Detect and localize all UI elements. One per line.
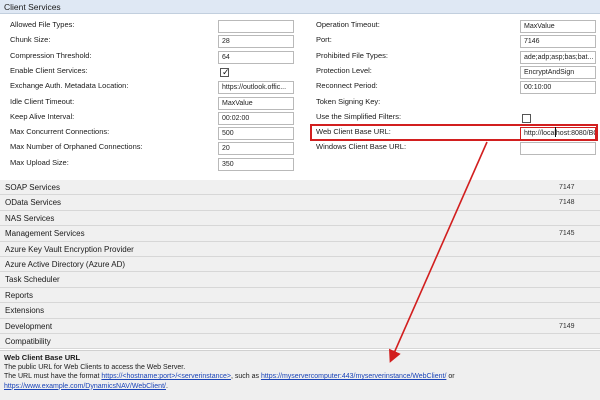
field-max-number-of-orphaned-connections[interactable]: 20 (218, 142, 294, 156)
category-label: Reports (5, 290, 34, 300)
category-azure-key-vault-encryption-provider[interactable]: Azure Key Vault Encryption Provider (0, 241, 600, 257)
field-max-concurrent-connections[interactable]: 500 (218, 127, 294, 141)
field-compression-threshold[interactable]: 64 (218, 50, 294, 64)
description-panel: Web Client Base URL The public URL for W… (0, 350, 600, 400)
label-chunk-size: Chunk Size: (10, 35, 51, 45)
label-max-number-of-orphaned-connections: Max Number of Orphaned Connections: (10, 142, 143, 152)
category-value: 7148 (559, 199, 575, 207)
label-windows-client-base-url: Windows Client Base URL: (316, 142, 407, 152)
label-allowed-file-types: Allowed File Types: (10, 20, 75, 29)
field-port[interactable]: 7146 (520, 35, 596, 49)
example-link-2[interactable]: https://www.example.com/DynamicsNAV/WebC… (4, 383, 166, 390)
category-label: Task Scheduler (5, 275, 60, 285)
description-line-2-suffix: or (446, 373, 455, 380)
field-protection-level[interactable]: EncryptAndSign (520, 65, 596, 79)
description-line-3: https://www.example.com/DynamicsNAV/WebC… (4, 382, 596, 392)
checkbox-enable-client-services[interactable]: ✓ (220, 66, 230, 77)
label-port: Port: (316, 35, 332, 45)
category-compatibility[interactable]: Compatibility (0, 333, 600, 350)
category-task-scheduler[interactable]: Task Scheduler (0, 272, 600, 288)
category-value: 7145 (559, 230, 575, 238)
check-icon: ✓ (222, 66, 230, 77)
label-protection-level: Protection Level: (316, 65, 372, 75)
label-use-the-simplified-filters: Use the Simplified Filters: (316, 111, 402, 121)
category-value: 7147 (559, 184, 575, 191)
description-title: Web Client Base URL (4, 353, 81, 362)
label-token-signing-key: Token Signing Key: (316, 96, 381, 106)
category-development[interactable]: Development 7149 (0, 318, 600, 334)
label-enable-client-services: Enable Client Services: (10, 65, 88, 75)
description-line-3-suffix: . (165, 382, 168, 390)
description-line-2-prefix: The URL must have the format (4, 373, 102, 380)
format-link[interactable]: https://<hostname:port>/<serverinstance> (101, 373, 231, 380)
category-list: SOAP Services 7147 OData Services 7148 NAS S… (0, 180, 600, 350)
description-line-2-mid: , such as (230, 373, 261, 380)
category-label: OData Services (5, 198, 62, 208)
category-extensions[interactable]: Extensions (0, 303, 600, 319)
label-web-client-base-url: Web Client Base URL: (316, 127, 391, 137)
label-exchange-auth-metadata-location: Exchange Auth. Metadata Location: (10, 81, 129, 91)
category-label: Management Services (5, 229, 85, 239)
label-operation-timeout: Operation Timeout: (316, 20, 380, 29)
category-odata-services[interactable]: OData Services 7148 (0, 195, 600, 211)
field-keep-alive-interval[interactable]: 00:02:00 (218, 111, 294, 125)
label-prohibited-file-types: Prohibited File Types: (316, 50, 388, 60)
description-line-1: The public URL for Web Clients to access… (4, 363, 186, 371)
category-value: 7149 (559, 322, 575, 330)
category-label: SOAP Services (5, 183, 60, 192)
category-label: Azure Active Directory (Azure AD) (5, 259, 126, 269)
field-operation-timeout[interactable]: MaxValue (520, 20, 596, 33)
field-web-client-base-url[interactable]: http://localhost:8080/BC (520, 127, 596, 141)
section-header-client-services[interactable]: Client Services (0, 0, 600, 14)
category-label: Compatibility (5, 336, 51, 346)
category-reports[interactable]: Reports (0, 287, 600, 304)
field-idle-client-timeout[interactable]: MaxValue (218, 96, 294, 110)
field-exchange-auth-metadata-location[interactable]: https://outlook.offic... (218, 81, 294, 95)
field-max-upload-size[interactable]: 350 (218, 157, 294, 171)
label-max-concurrent-connections: Max Concurrent Connections: (10, 127, 110, 137)
label-max-upload-size: Max Upload Size: (10, 157, 69, 167)
category-label: Development (5, 321, 53, 331)
category-soap-services[interactable]: SOAP Services 7147 (0, 180, 600, 196)
label-compression-threshold: Compression Threshold: (10, 50, 92, 60)
category-label: NAS Services (5, 213, 55, 223)
description-line-2: The URL must have the format https://<ho… (4, 372, 596, 382)
field-windows-client-base-url[interactable] (520, 142, 596, 156)
label-reconnect-period: Reconnect Period: (316, 81, 378, 91)
category-label: Extensions (5, 306, 45, 316)
label-keep-alive-interval: Keep Alive Interval: (10, 111, 75, 121)
category-management-services[interactable]: Management Services 7145 (0, 226, 600, 242)
field-allowed-file-types[interactable] (218, 20, 294, 33)
text-cursor (555, 127, 556, 137)
category-label: Azure Key Vault Encryption Provider (5, 244, 134, 254)
checkbox-use-the-simplified-filters[interactable] (522, 113, 531, 123)
field-prohibited-file-types[interactable]: ade;adp;asp;bas;bat... (520, 50, 596, 64)
field-reconnect-period[interactable]: 00:10:00 (520, 81, 596, 95)
category-azure-active-directory-azure-ad[interactable]: Azure Active Directory (Azure AD) (0, 256, 600, 273)
category-nas-services[interactable]: NAS Services (0, 210, 600, 227)
label-idle-client-timeout: Idle Client Timeout: (10, 96, 75, 106)
field-chunk-size[interactable]: 28 (218, 35, 294, 49)
example-link-1[interactable]: https://myservercomputer:443/myserverins… (261, 373, 446, 380)
